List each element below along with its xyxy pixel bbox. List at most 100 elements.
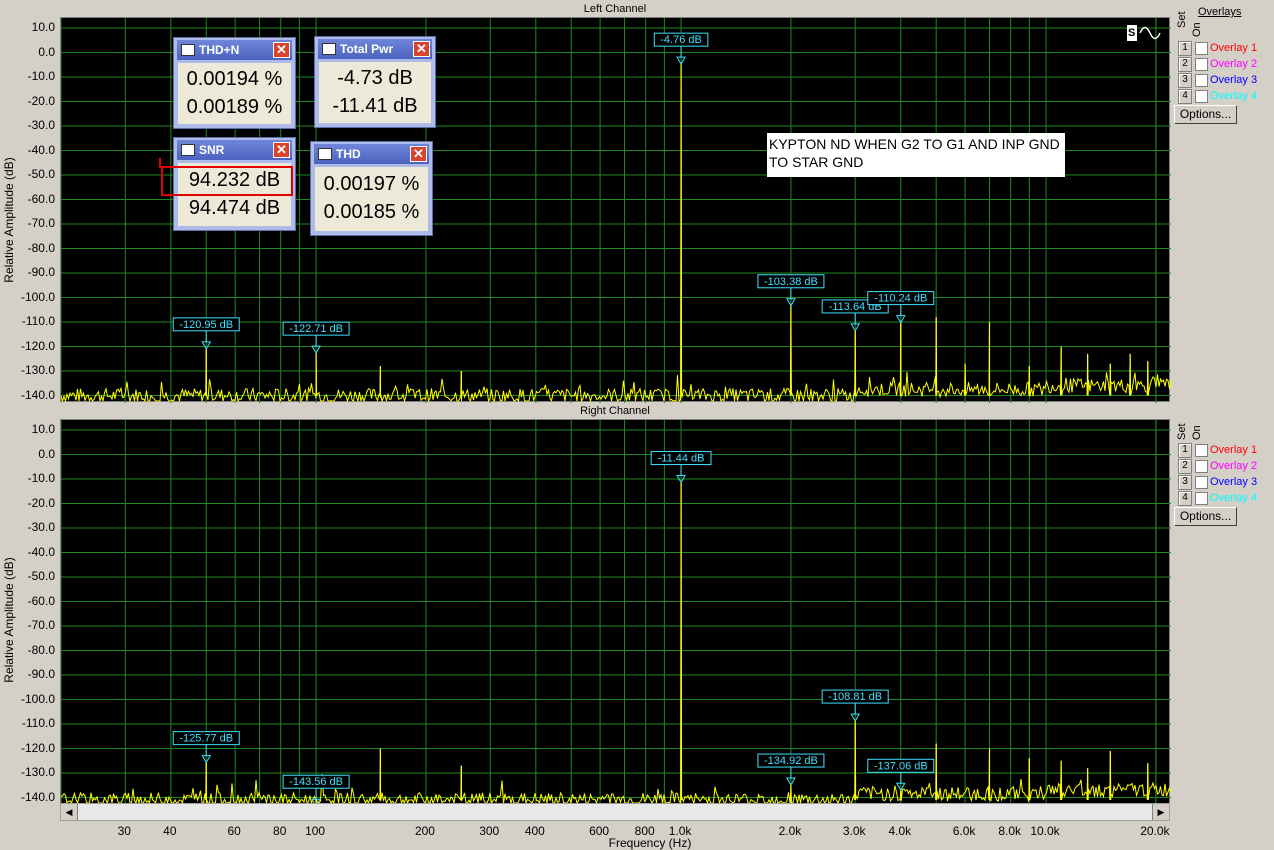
y-tick-label: -70.0: [27, 216, 55, 230]
options-button-left[interactable]: Options...: [1174, 105, 1237, 124]
overlay-set-button[interactable]: 4: [1178, 89, 1192, 104]
y-tick-label: -80.0: [27, 240, 55, 255]
y-tick-label: 0.0: [38, 446, 55, 461]
y-tick-label: 0.0: [38, 44, 55, 59]
y-tick-label: -50.0: [27, 167, 55, 181]
y-tick-label: -30.0: [27, 118, 55, 132]
marker-label: -125.77 dB: [179, 733, 233, 745]
marker-label: -11.44 dB: [658, 453, 705, 465]
close-icon[interactable]: ✕: [273, 142, 290, 158]
x-tick-label: 4.0k: [888, 824, 912, 838]
overlay-set-button[interactable]: 3: [1178, 73, 1192, 88]
right-plot-svg: -11.44 dB -125.77 dB -143.56 dB -134.92 dB -…: [61, 420, 1171, 805]
x-tick-label: 10.0k: [1030, 824, 1060, 838]
thdn-meter-titlebar[interactable]: THD+N ✕: [177, 40, 292, 60]
right-channel-plot[interactable]: -11.44 dB -125.77 dB -143.56 dB -134.92 dB -…: [60, 419, 1171, 805]
total-pwr-meter-window[interactable]: Total Pwr ✕ -4.73 dB -11.41 dB: [314, 36, 436, 128]
on-label-bottom: On: [1191, 425, 1203, 440]
total-pwr-value-left: -4.73 dB: [337, 67, 413, 89]
overlay-set-button[interactable]: 2: [1178, 57, 1192, 72]
snr-meter-titlebar[interactable]: SNR ✕: [177, 140, 292, 160]
overlay-on-checkbox[interactable]: [1195, 58, 1208, 71]
overlay-row[interactable]: 2 Overlay 2: [1178, 459, 1274, 474]
y-tick-label: -40.0: [27, 544, 55, 559]
overlay-label: Overlay 1: [1210, 42, 1258, 54]
overlay-set-button[interactable]: 2: [1178, 459, 1192, 474]
marker-label: -4.76 dB: [660, 34, 702, 46]
y-tick-label: -60.0: [27, 593, 55, 608]
close-icon[interactable]: ✕: [273, 42, 290, 58]
y-tick-label: -40.0: [27, 142, 55, 157]
close-icon[interactable]: ✕: [410, 146, 427, 162]
x-tick-label: 2.0k: [778, 824, 802, 838]
y-tick-label: -20.0: [27, 495, 55, 510]
y-tick-label: -140.0: [20, 789, 55, 804]
y-tick-label: -80.0: [27, 642, 55, 657]
thdn-value-right: 0.00189 %: [186, 96, 283, 118]
on-label-top: On: [1191, 22, 1203, 37]
y-tick-label: -110.0: [21, 314, 55, 328]
overlay-on-checkbox[interactable]: [1195, 74, 1208, 87]
thd-meter-titlebar[interactable]: THD ✕: [314, 144, 429, 164]
meter-icon: [318, 148, 332, 160]
scroll-left-icon[interactable]: ◀: [61, 804, 78, 820]
overlay-row[interactable]: 4 Overlay 4: [1178, 491, 1274, 506]
right-channel-title: Right Channel: [580, 405, 650, 417]
total-pwr-meter-titlebar[interactable]: Total Pwr ✕: [318, 39, 432, 59]
x-tick-label: 200: [414, 824, 435, 838]
overlay-row[interactable]: 3 Overlay 3: [1178, 475, 1274, 490]
horizontal-scrollbar[interactable]: ◀ ▶: [60, 803, 1170, 821]
thd-value-right: 0.00185 %: [323, 201, 420, 223]
y-tick-label: -120.0: [20, 740, 55, 755]
marker-label: -120.95 dB: [179, 319, 233, 331]
thd-meter-title: THD: [336, 147, 361, 161]
snr-value-right: 94.474 dB: [188, 197, 281, 219]
overlay-set-button[interactable]: 3: [1178, 475, 1192, 490]
overlay-set-button[interactable]: 4: [1178, 491, 1192, 506]
total-pwr-meter-title: Total Pwr: [340, 42, 394, 56]
thdn-meter-window[interactable]: THD+N ✕ 0.00194 % 0.00189 %: [173, 37, 296, 129]
overlay-label: Overlay 2: [1210, 58, 1258, 70]
y-tick-label: -60.0: [27, 191, 55, 206]
highlight-marker: [159, 158, 161, 168]
y-tick-label: -20.0: [27, 93, 55, 108]
overlay-set-button[interactable]: 1: [1178, 443, 1192, 458]
close-icon[interactable]: ✕: [413, 41, 430, 57]
annotation-note[interactable]: KYPTON ND WHEN G2 TO G1 AND INP GND TO S…: [767, 133, 1065, 177]
y-tick-label: -110.0: [21, 716, 55, 730]
overlay-label: Overlay 3: [1210, 74, 1258, 86]
overlay-row[interactable]: 3 Overlay 3: [1178, 73, 1274, 88]
overlay-row[interactable]: 4 Overlay 4: [1178, 89, 1274, 104]
snr-highlight-box: [161, 166, 293, 196]
marker-label: -122.71 dB: [289, 323, 343, 335]
thd-meter-window[interactable]: THD ✕ 0.00197 % 0.00185 %: [310, 141, 433, 236]
overlay-on-checkbox[interactable]: [1195, 42, 1208, 55]
y-tick-label: -10.0: [27, 69, 55, 83]
scroll-right-icon[interactable]: ▶: [1152, 804, 1169, 820]
overlay-on-checkbox[interactable]: [1195, 476, 1208, 489]
y-tick-label: -130.0: [20, 765, 55, 779]
thdn-value-left: 0.00194 %: [186, 68, 283, 90]
overlay-on-checkbox[interactable]: [1195, 460, 1208, 473]
y-tick-label: 10.0: [31, 422, 55, 436]
svg-text:S: S: [1128, 27, 1135, 39]
y-tick-label: -10.0: [27, 471, 55, 485]
y-tick-label: -30.0: [27, 520, 55, 534]
x-axis-label: Frequency (Hz): [608, 836, 692, 850]
overlay-row[interactable]: 2 Overlay 2: [1178, 57, 1274, 72]
overlay-label: Overlay 1: [1210, 444, 1258, 456]
options-button-right[interactable]: Options...: [1174, 507, 1237, 526]
overlay-row[interactable]: 1 Overlay 1: [1178, 41, 1274, 56]
overlay-row[interactable]: 1 Overlay 1: [1178, 443, 1274, 458]
snr-meter-title: SNR: [199, 143, 225, 157]
overlay-on-checkbox[interactable]: [1195, 90, 1208, 103]
overlay-on-checkbox[interactable]: [1195, 492, 1208, 505]
y-tick-label: -50.0: [27, 569, 55, 583]
marker-label: -137.06 dB: [874, 760, 928, 772]
marker-label: -143.56 dB: [289, 776, 343, 788]
overlay-on-checkbox[interactable]: [1195, 444, 1208, 457]
generator-sine-icon[interactable]: S: [1124, 22, 1166, 44]
y-tick-label: -90.0: [27, 265, 55, 279]
x-tick-label: 40: [163, 824, 177, 838]
overlay-set-button[interactable]: 1: [1178, 41, 1192, 56]
